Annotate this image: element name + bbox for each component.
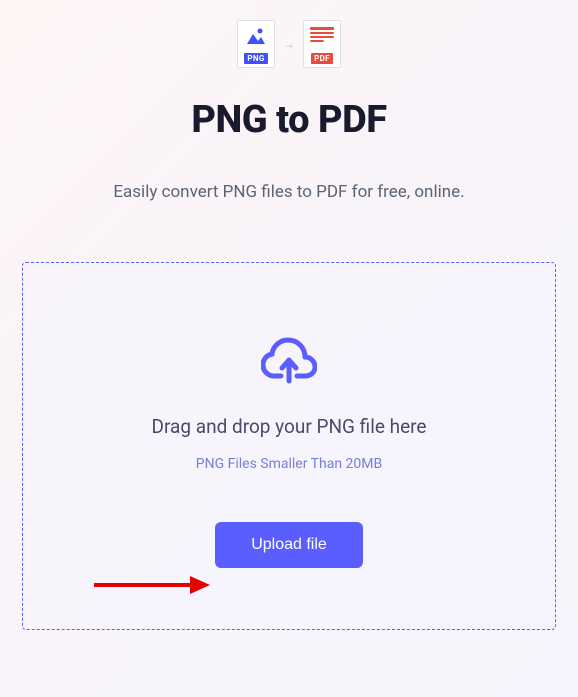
pdf-file-icon: PDF <box>303 20 341 68</box>
page-title: PNG to PDF <box>0 98 578 142</box>
page-subtitle: Easily convert PNG files to PDF for free… <box>0 182 578 202</box>
header-section: PNG → PDF PNG to PDF Easily convert PNG … <box>0 0 578 202</box>
cloud-upload-icon <box>43 333 535 385</box>
png-badge-label: PNG <box>244 53 267 64</box>
drag-drop-text: Drag and drop your PNG file here <box>43 415 535 438</box>
arrow-right-icon: → <box>283 37 295 51</box>
png-image-icon <box>245 25 267 47</box>
upload-dropzone[interactable]: Drag and drop your PNG file here PNG Fil… <box>22 262 556 630</box>
file-size-hint: PNG Files Smaller Than 20MB <box>43 456 535 472</box>
pdf-badge-label: PDF <box>311 53 333 64</box>
upload-file-button[interactable]: Upload file <box>215 522 363 568</box>
png-file-icon: PNG <box>237 20 275 68</box>
pdf-document-icon <box>310 25 334 49</box>
file-type-icons: PNG → PDF <box>0 20 578 68</box>
